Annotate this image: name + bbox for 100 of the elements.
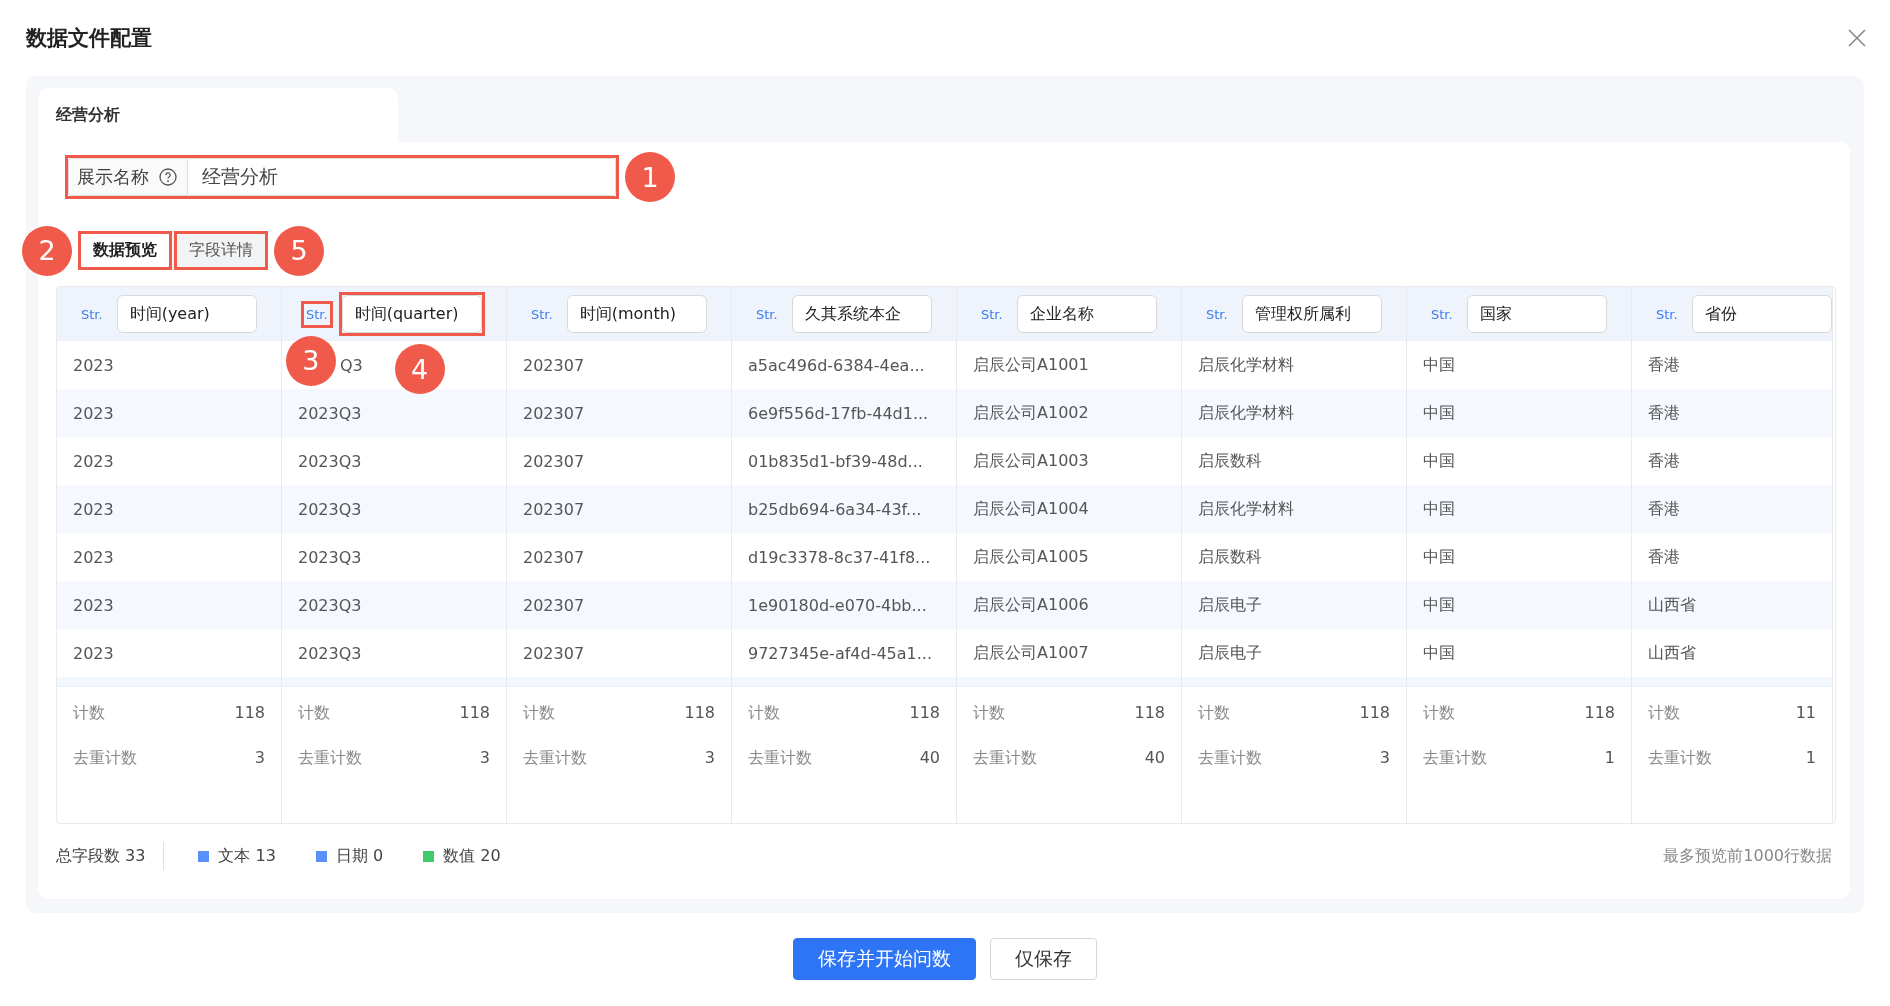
save-button[interactable]: 仅保存 [990, 938, 1097, 980]
table-cell: 启辰化学材料 [1198, 498, 1294, 520]
stat-label: 计数 [1423, 703, 1455, 724]
save-and-ask-button[interactable]: 保存并开始问数 [793, 938, 976, 980]
table-cell: 启辰公司A1005 [973, 546, 1089, 568]
field-label: 展示名称 [77, 165, 149, 189]
column-name-field[interactable]: 时间(quarter) [341, 295, 482, 333]
stat-label: 去重计数 [73, 748, 137, 769]
file-tab[interactable]: 经营分析 [38, 88, 398, 142]
stat-label: 去重计数 [1423, 748, 1487, 769]
stat-value: 118 [234, 703, 265, 724]
column-name-field[interactable]: 国家 [1466, 295, 1607, 333]
table-cell: 香港 [1648, 402, 1680, 424]
view-tab[interactable]: 字段详情 [177, 234, 265, 267]
column-name-field[interactable]: 时间(year) [116, 295, 257, 333]
column-name-field[interactable]: 省份 [1691, 295, 1832, 333]
stat-label: 去重计数 [298, 748, 362, 769]
table-cell: 中国 [1423, 354, 1455, 376]
stat-value: 118 [1359, 703, 1390, 724]
table-cell: 1e90180d-e070-4bb... [748, 595, 927, 615]
column-name-field[interactable]: 时间(month) [566, 295, 707, 333]
table-cell: 启辰电子 [1198, 594, 1262, 616]
stat-label: 计数 [1648, 703, 1680, 724]
table-cell: 202307 [523, 595, 585, 615]
table-cell: 中国 [1423, 450, 1455, 472]
type-tag[interactable]: Str. [79, 303, 105, 325]
column-name-field[interactable]: 管理权所属利 [1241, 295, 1382, 333]
type-tag[interactable]: Str. [529, 303, 555, 325]
stat-value: 118 [459, 703, 490, 724]
table-cell: 2023 [73, 499, 114, 519]
table-cell: 启辰化学材料 [1198, 354, 1294, 376]
legend-label: 日期 0 [335, 845, 384, 867]
table-cell: 山西省 [1648, 594, 1696, 616]
stat-label: 计数 [973, 703, 1005, 724]
table-cell: 中国 [1423, 642, 1455, 664]
table-cell: 启辰数科 [1198, 450, 1262, 472]
name-input[interactable]: 经营分析 [188, 158, 616, 196]
help-icon[interactable] [159, 168, 177, 186]
table-cell: 202307 [523, 547, 585, 567]
stat-label: 计数 [1198, 703, 1230, 724]
stat-value: 11 [1795, 703, 1816, 724]
table-cell: Q3 [340, 355, 363, 375]
dialog-title: 数据文件配置 [26, 25, 152, 52]
table-cell: 中国 [1423, 546, 1455, 568]
table-cell: a5ac496d-6384-4ea... [748, 355, 925, 375]
type-tag[interactable]: Str. [304, 303, 330, 325]
stat-label: 去重计数 [1648, 748, 1712, 769]
table-cell: 6e9f556d-17fb-44d1... [748, 403, 929, 423]
view-tab[interactable]: 数据预览 [81, 234, 169, 267]
stat-label: 去重计数 [748, 748, 812, 769]
stat-value: 118 [1584, 703, 1615, 724]
stat-label: 去重计数 [523, 748, 587, 769]
stat-value: 40 [919, 748, 940, 769]
table-cell: 启辰公司A1004 [973, 498, 1089, 520]
preview-note: 最多预览前1000行数据 [1663, 845, 1832, 867]
table-cell: 9727345e-af4d-45a1... [748, 643, 933, 663]
stat-label: 计数 [298, 703, 330, 724]
column-name-field[interactable]: 企业名称 [1016, 295, 1157, 333]
table-cell: b25db694-6a34-43f... [748, 499, 922, 519]
table-cell: 202307 [523, 451, 585, 471]
stat-value: 3 [1379, 748, 1390, 769]
type-tag[interactable]: Str. [754, 303, 780, 325]
type-tag[interactable]: Str. [979, 303, 1005, 325]
table-cell: 2023Q3 [298, 643, 362, 663]
table-cell: 香港 [1648, 450, 1680, 472]
table-cell: 2023 [73, 643, 114, 663]
table-cell: 启辰公司A1002 [973, 402, 1089, 424]
table-cell: d19c3378-8c37-41f8... [748, 547, 931, 567]
table-cell: 2023Q3 [298, 595, 362, 615]
stat-value: 40 [1144, 748, 1165, 769]
table-cell: 启辰数科 [1198, 546, 1262, 568]
table-cell: 中国 [1423, 594, 1455, 616]
table-cell: 2023 [73, 355, 114, 375]
table-cell: 香港 [1648, 354, 1680, 376]
stat-label: 计数 [73, 703, 105, 724]
stat-label: 去重计数 [1198, 748, 1262, 769]
stat-value: 1 [1805, 748, 1816, 769]
table-cell: 2023Q3 [298, 403, 362, 423]
table-cell: 启辰公司A1006 [973, 594, 1089, 616]
stat-label: 计数 [748, 703, 780, 724]
table-cell: 2023Q3 [298, 451, 362, 471]
legend-label: 数值 20 [443, 845, 501, 867]
stat-value: 118 [1134, 703, 1165, 724]
table-cell: 启辰化学材料 [1198, 402, 1294, 424]
type-tag[interactable]: Str. [1654, 303, 1680, 325]
type-tag[interactable]: Str. [1429, 303, 1455, 325]
close-icon[interactable] [1848, 29, 1866, 47]
table-cell: 中国 [1423, 498, 1455, 520]
table-cell: 启辰公司A1007 [973, 642, 1089, 664]
type-tag[interactable]: Str. [1204, 303, 1230, 325]
stat-value: 3 [254, 748, 265, 769]
column-name-field[interactable]: 久其系统本企 [791, 295, 932, 333]
stat-label: 计数 [523, 703, 555, 724]
table-cell: 启辰公司A1001 [973, 354, 1089, 376]
table-cell: 2023 [73, 451, 114, 471]
table-cell: 202307 [523, 643, 585, 663]
stat-value: 3 [704, 748, 715, 769]
stat-value: 118 [909, 703, 940, 724]
table-cell: 山西省 [1648, 642, 1696, 664]
stat-value: 1 [1604, 748, 1615, 769]
